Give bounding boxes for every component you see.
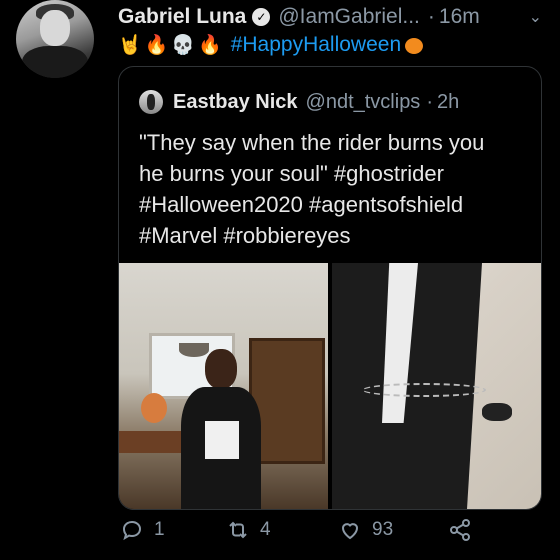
like-button[interactable]: 93 (338, 518, 393, 542)
tweet-time[interactable]: 16m (439, 5, 480, 29)
retweet-count: 4 (260, 519, 271, 540)
quoted-text-line: he burns your soul" #ghostrider (139, 161, 444, 186)
tweet-actions: 1 4 93 (118, 510, 538, 550)
retweet-icon (229, 521, 247, 539)
photo-person (181, 349, 261, 509)
quoted-text-line: "They say when the rider burns you (139, 130, 485, 155)
author-name[interactable]: Gabriel Luna (118, 5, 246, 29)
verified-icon: ✓ (252, 8, 271, 26)
chevron-down-icon[interactable]: ⌄ (529, 7, 546, 27)
quoted-tweet[interactable]: Eastbay Nick @ndt_tvclips · 2h "They say… (118, 66, 542, 510)
reply-count: 1 (154, 519, 165, 540)
separator-dot: · (427, 5, 435, 28)
tweet-text: 🤘 🔥 💀 🔥 #HappyHalloween (118, 32, 424, 58)
jacket-stripe (205, 421, 239, 459)
photo-shoe (482, 403, 512, 421)
quoted-text-line: #Halloween2020 #agentsofshield (139, 192, 464, 217)
photo-1[interactable] (119, 263, 328, 509)
quoted-tweet-text: "They say when the rider burns you he bu… (139, 127, 523, 251)
share-button[interactable] (448, 518, 472, 542)
like-count: 93 (372, 519, 394, 540)
avatar-body (22, 46, 88, 78)
photo-chain (362, 383, 486, 397)
rock-hand-emoji: 🤘 (118, 35, 142, 56)
quoted-author-avatar[interactable] (139, 90, 163, 114)
author-avatar[interactable] (16, 0, 94, 78)
retweet-button[interactable]: 4 (226, 518, 271, 542)
reply-button[interactable]: 1 (120, 518, 165, 542)
person-head (205, 349, 237, 389)
fire-emoji: 🔥 (198, 35, 222, 56)
share-icon (450, 519, 470, 541)
heart-icon (341, 523, 359, 540)
fire-emoji: 🔥 (144, 35, 169, 56)
photo-flowers (141, 393, 167, 423)
quoted-text-line: #Marvel #robbiereyes (139, 223, 351, 248)
reply-icon (122, 520, 142, 541)
photo-2[interactable] (332, 263, 541, 509)
quoted-author-name[interactable]: Eastbay Nick (173, 91, 298, 114)
author-handle[interactable]: @IamGabriel... (278, 5, 420, 29)
quoted-tweet-time[interactable]: 2h (437, 91, 459, 114)
hashtag-link[interactable]: #HappyHalloween (231, 33, 401, 57)
quoted-tweet-header: Eastbay Nick @ndt_tvclips · 2h (139, 87, 525, 117)
separator-dot: · (426, 90, 433, 113)
tweet-header: Gabriel Luna ✓ @IamGabriel... · 16m ⌄ (118, 2, 546, 32)
media-gallery (119, 263, 541, 509)
avatar-face (40, 10, 70, 46)
quoted-author-handle[interactable]: @ndt_tvclips (306, 91, 421, 114)
pumpkin-icon (405, 38, 424, 54)
skull-emoji: 💀 (171, 35, 196, 56)
